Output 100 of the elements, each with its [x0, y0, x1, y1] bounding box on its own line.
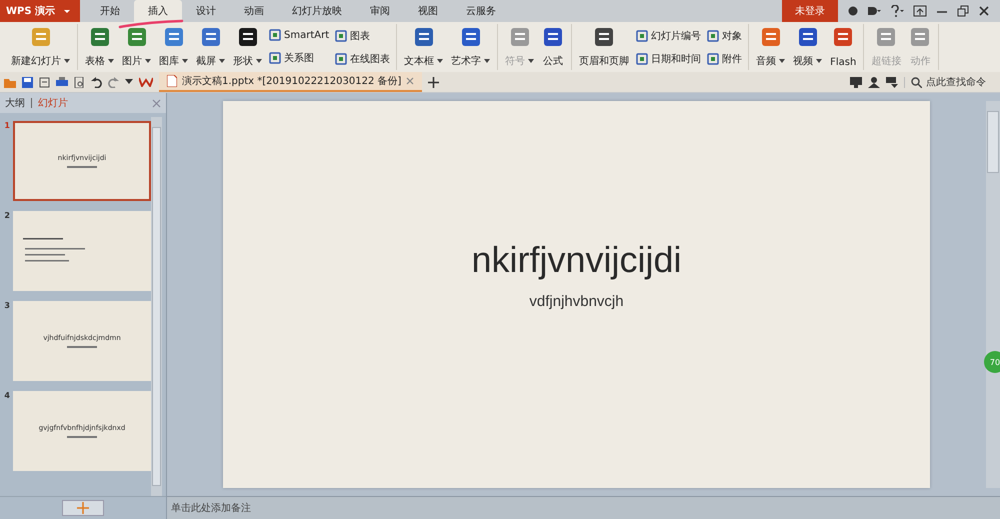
notes-placeholder[interactable]: 单击此处添加备注: [171, 501, 251, 515]
monitor-icon[interactable]: [850, 76, 862, 88]
ribbon-icon: [707, 52, 720, 64]
ribbon-icon: [269, 52, 281, 64]
ribbon-button[interactable]: 文本框: [401, 24, 446, 70]
ribbon-button-label: 超链接: [871, 54, 902, 68]
wps-logo-icon[interactable]: [139, 77, 153, 87]
slide-title: nkirfjvnvijcijdi: [471, 239, 682, 281]
preview-icon[interactable]: [74, 76, 85, 88]
ribbon-button-label: 艺术字: [451, 54, 482, 68]
ribbon-tab[interactable]: 动画: [230, 0, 278, 22]
print-icon[interactable]: [56, 76, 68, 88]
ribbon-tab[interactable]: 开始: [86, 0, 134, 22]
ribbon-icon: [200, 26, 222, 48]
ribbon-icon: [593, 26, 616, 48]
scrollbar[interactable]: [151, 117, 162, 496]
ribbon-icon: [832, 26, 854, 48]
ribbon-button-label: 截屏: [196, 54, 216, 68]
ribbon-button[interactable]: 附件: [705, 50, 744, 66]
ribbon-icon: [508, 26, 531, 48]
restore-icon[interactable]: [957, 5, 969, 17]
ribbon-tab[interactable]: 幻灯片放映: [278, 0, 356, 22]
ribbon-icon: [126, 26, 148, 48]
ribbon-icon: [760, 26, 782, 48]
ribbon-button[interactable]: 关系图: [267, 50, 332, 66]
ribbon-button-label: 表格: [85, 54, 105, 68]
ribbon-button-label: 动作: [910, 55, 930, 68]
slide-thumbnail[interactable]: [13, 211, 151, 291]
ribbon-button[interactable]: 图库: [156, 24, 191, 70]
collapse-ribbon-icon[interactable]: [913, 5, 927, 17]
ribbon-button-label: 图片: [122, 54, 142, 68]
ribbon-button[interactable]: 页眉和页脚: [576, 24, 632, 70]
save-icon[interactable]: [22, 76, 33, 88]
redo-icon[interactable]: [108, 76, 119, 88]
subtitle-line: [67, 346, 97, 348]
ribbon-button-label: 符号: [505, 55, 526, 68]
slide-subtitle: vdfjnjhvbnvcjh: [529, 293, 624, 310]
ribbon-button-label: 公式: [543, 54, 564, 68]
help-icon[interactable]: [890, 5, 904, 17]
slide-canvas[interactable]: nkirfjvnvijcijdi vdfjnjhvbnvcjh: [223, 101, 930, 488]
annotation-stroke: [118, 19, 184, 29]
login-button[interactable]: 未登录: [782, 0, 838, 22]
subtitle-line: [67, 166, 97, 168]
ribbon-button-label: 页眉和页脚: [579, 54, 630, 68]
dropdown-icon[interactable]: [125, 79, 133, 85]
app-menu-button[interactable]: WPS 演示: [0, 0, 80, 22]
ribbon-button-label: Flash: [830, 57, 856, 68]
ribbon-button[interactable]: 图片: [119, 24, 154, 70]
ribbon-button[interactable]: 新建幻灯片: [8, 24, 73, 70]
ribbon-button-label: 音频: [756, 54, 776, 68]
ribbon-button-label: 新建幻灯片: [11, 54, 61, 68]
ribbon-button-label: 形状: [233, 54, 253, 68]
new-tab-icon[interactable]: [428, 76, 440, 88]
ribbon-button[interactable]: SmartArt: [267, 28, 332, 42]
ribbon-button[interactable]: 形状: [230, 24, 265, 70]
ribbon-icon: [707, 30, 720, 42]
ribbon-tab[interactable]: 设计: [182, 0, 230, 22]
ribbon-button-label: 文本框: [404, 54, 434, 68]
ribbon-button[interactable]: 公式: [539, 24, 568, 70]
command-search-field[interactable]: 点此查找命令: [904, 76, 996, 88]
ribbon-button[interactable]: 音频: [753, 24, 788, 70]
ribbon-tab[interactable]: 插入: [134, 0, 182, 22]
panel-tab[interactable]: 大纲: [5, 96, 25, 110]
close-icon[interactable]: [978, 5, 990, 17]
ribbon-icon: [460, 26, 482, 48]
ribbon-button[interactable]: 在线图表: [333, 50, 392, 66]
ribbon-button[interactable]: 视频: [790, 24, 826, 70]
search-icon: [911, 76, 922, 88]
ribbon-button[interactable]: 对象: [705, 28, 744, 44]
ribbon-button[interactable]: Flash: [827, 24, 860, 70]
ribbon-button[interactable]: 幻灯片编号: [634, 28, 704, 44]
ribbon-icon: [875, 26, 898, 48]
ribbon-tab[interactable]: 云服务: [452, 0, 510, 22]
ribbon-icon: [269, 29, 281, 41]
document-title: 演示文稿1.pptx *[20191022212030122 备份]: [182, 74, 402, 88]
ribbon-icon: [335, 30, 348, 42]
skin-icon[interactable]: [848, 6, 858, 16]
plus-icon: [77, 502, 89, 514]
undo-icon[interactable]: [91, 76, 102, 88]
user-icon[interactable]: [868, 76, 880, 88]
export-icon[interactable]: [39, 76, 50, 88]
ribbon-icon: [909, 26, 932, 48]
ribbon-icon: [636, 30, 648, 42]
ribbon-icon: [636, 52, 648, 64]
ribbon-button[interactable]: 表格: [82, 24, 117, 70]
ribbon-button[interactable]: 艺术字: [448, 24, 494, 70]
ribbon-tab[interactable]: 审阅: [356, 0, 404, 22]
scrollbar[interactable]: [986, 101, 1000, 488]
ribbon-icon: [30, 26, 52, 48]
slide-number: 4: [3, 391, 10, 402]
document-tab[interactable]: 演示文稿1.pptx *[20191022212030122 备份]: [159, 72, 422, 92]
slide-number: 3: [3, 301, 10, 312]
ribbon-button[interactable]: 日期和时间: [634, 50, 704, 66]
ribbon-button-label: 视频: [793, 54, 814, 68]
ribbon-icon: [162, 26, 184, 48]
ribbon-button[interactable]: 截屏: [193, 24, 228, 70]
ribbon-icon: [796, 26, 819, 48]
ribbon-button[interactable]: 图表: [333, 28, 392, 44]
ribbon-tab[interactable]: 视图: [404, 0, 452, 22]
subtitle-line: [67, 436, 97, 438]
